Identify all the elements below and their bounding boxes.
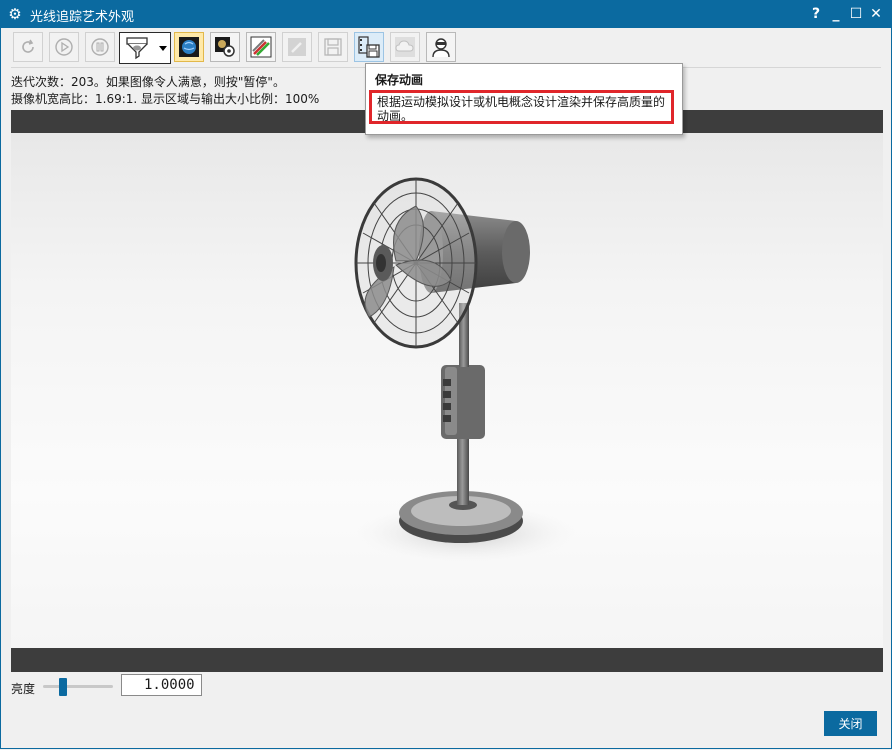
tooltip-title: 保存动画 [375,73,424,87]
slider-track[interactable] [43,685,113,688]
brightness-label: 亮度 [11,682,36,696]
gear-icon: ⚙ [8,5,22,23]
render-viewport[interactable] [11,110,883,672]
pause-button[interactable] [85,32,115,62]
save-animation-tooltip: 保存动画 根据运动模拟设计或机电概念设计渲染并保存高质量的动画。 [365,63,683,135]
globe-image-icon [179,37,199,57]
slider-thumb[interactable] [59,678,67,696]
help-button[interactable]: ? [806,3,826,25]
start-button[interactable] [49,32,79,62]
pencils-icon [250,36,272,58]
cloud-button[interactable] [390,32,420,62]
dialog-body: 迭代次数：203。如果图像令人满意，则按"暂停"。 摄像机宽高比：1.69:1.… [0,28,892,749]
brightness-input[interactable]: 1.0000 [121,674,202,696]
play-icon [55,38,73,56]
render-canvas[interactable] [11,133,883,648]
cloud-icon [395,37,415,57]
person-button[interactable] [426,32,456,62]
close-window-button[interactable]: ✕ [866,3,886,25]
edit-materials-button[interactable] [246,32,276,62]
refresh-icon [22,39,34,53]
save-image-button[interactable] [318,32,348,62]
render-settings-button[interactable] [210,32,240,62]
edit-button[interactable] [282,32,312,62]
title-bar: ⚙ 光线追踪艺术外观 ? _ ☐ ✕ [0,0,892,28]
brightness-slider[interactable] [43,677,113,697]
tooltip-highlight: 根据运动模拟设计或机电概念设计渲染并保存高质量的动画。 [369,90,674,124]
image-gear-icon [215,37,235,57]
window-title: 光线追踪艺术外观 [30,10,135,25]
film-save-icon [358,36,380,58]
pause-icon [91,38,109,56]
minimize-button[interactable]: _ [826,3,846,25]
camera-ratio-status: 摄像机宽高比：1.69:1. 显示区域与输出大小比例：100% [11,92,320,106]
close-button[interactable]: 关闭 [824,711,877,736]
maximize-button[interactable]: ☐ [846,3,866,25]
fan-render-image [354,177,576,563]
iteration-status: 迭代次数：203。如果图像令人满意，则按"暂停"。 [11,75,285,89]
restart-button[interactable] [13,32,43,62]
chevron-down-icon[interactable] [159,46,167,51]
render-mode-dropdown[interactable] [119,32,171,64]
person-icon [432,38,450,58]
pencil-icon [288,38,306,56]
save-icon [324,38,342,56]
display-image-button[interactable] [174,32,204,62]
save-animation-button[interactable] [354,32,384,62]
tooltip-description: 根据运动模拟设计或机电概念设计渲染并保存高质量的动画。 [377,95,666,123]
render-filter-icon [126,37,148,60]
